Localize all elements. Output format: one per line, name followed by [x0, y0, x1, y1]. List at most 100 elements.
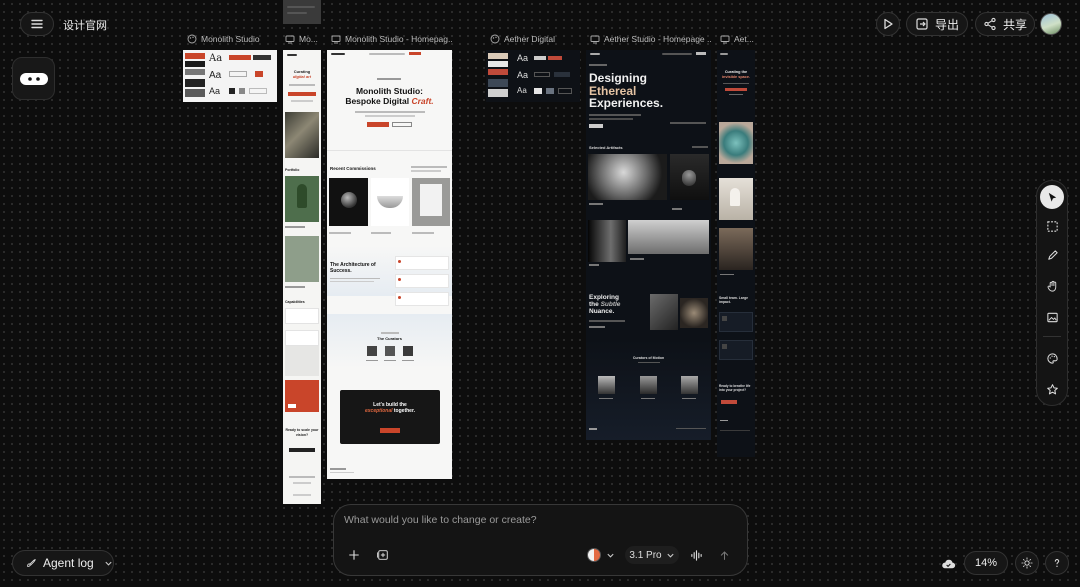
aether-hero-line1: Designing — [589, 71, 648, 85]
share-label: 共享 — [1002, 17, 1027, 32]
menu-button[interactable] — [20, 12, 54, 36]
device-icon — [285, 35, 295, 44]
home-title-line2: Bespoke Digital — [345, 96, 410, 106]
home-arch-line2: Success. — [330, 268, 352, 274]
type-sample: Aa — [209, 70, 222, 81]
aether-hero-line3: Experiences. — [589, 96, 664, 110]
aether-explore-line3: Nuance. — [589, 308, 615, 315]
frame-label-aether-digital[interactable]: Aether Digital — [490, 34, 582, 44]
user-avatar[interactable] — [1040, 13, 1062, 35]
home-recent-heading: Recent Commissions — [330, 166, 376, 171]
device-icon — [720, 35, 730, 44]
frame-label-monolith-studio[interactable]: Monolith Studio — [187, 34, 277, 44]
frame-label-aether-mobile[interactable]: Aet... — [720, 34, 756, 44]
play-button[interactable] — [876, 12, 900, 36]
zoom-level-control[interactable]: 14% — [964, 551, 1008, 575]
mobile-hero-line2: digital art — [292, 74, 311, 79]
palette-icon — [490, 34, 500, 44]
device-icon — [590, 35, 600, 44]
theme-selector[interactable] — [587, 547, 619, 563]
type-sample: Aa — [209, 86, 221, 96]
frame-label-text: Aet... — [734, 34, 754, 44]
frame-select-tool-button[interactable] — [1043, 217, 1061, 235]
add-attachment-button[interactable] — [346, 547, 362, 563]
toolbar-divider — [1043, 336, 1061, 337]
hand-icon — [1047, 280, 1056, 292]
home-curators-heading: The Curators — [377, 336, 402, 341]
send-button[interactable] — [716, 547, 732, 563]
chevron-down-icon — [667, 553, 674, 558]
plus-icon — [349, 550, 359, 560]
share-button[interactable]: 共享 — [975, 12, 1035, 36]
am-small-team-heading: Small team. Large impact. — [719, 296, 749, 305]
mobile-portfolio-heading: Portfolio — [285, 168, 300, 172]
pen-tool-button[interactable] — [1043, 246, 1061, 264]
agent-log-button[interactable]: Agent log — [12, 550, 114, 576]
frame-aether-styleguide[interactable]: Aa Aa Aa — [486, 50, 580, 102]
cloud-check-icon — [941, 559, 955, 568]
am-cta-heading: Ready to breathe life into your project? — [719, 384, 751, 392]
export-label: 导出 — [934, 17, 959, 32]
export-button[interactable]: 导出 — [906, 12, 968, 36]
chevron-down-icon — [105, 561, 112, 566]
favorite-tool-button[interactable] — [1043, 380, 1061, 398]
voice-input-button[interactable] — [688, 547, 704, 563]
frame-stub[interactable] — [283, 0, 321, 24]
aether-explore-line2b: Subtle — [600, 301, 621, 308]
frame-monolith-styleguide[interactable]: Aa Aa Aa — [183, 50, 277, 102]
home-build-tail: together. — [393, 408, 416, 414]
frame-label-aether-homepage[interactable]: Aether Studio - Homepage ... — [590, 34, 712, 44]
project-title: 设计官网 — [63, 20, 107, 32]
zoom-level-label: 14% — [974, 557, 998, 569]
frame-label-text: Aether Digital — [504, 34, 556, 44]
cloud-sync-status[interactable] — [939, 556, 957, 572]
palette-icon — [187, 34, 197, 44]
add-frame-icon — [377, 550, 388, 560]
type-sample: Aa — [517, 70, 529, 80]
play-icon — [884, 18, 893, 30]
type-sample: Aa — [517, 53, 529, 63]
insert-frame-button[interactable] — [375, 547, 391, 563]
hand-tool-button[interactable] — [1043, 277, 1061, 295]
frame-label-text: Aether Studio - Homepage ... — [604, 34, 712, 44]
help-button[interactable] — [1045, 551, 1069, 575]
marquee-icon — [1046, 220, 1058, 232]
select-tool-button[interactable] — [1043, 188, 1061, 206]
home-title-line1: Monolith Studio: — [355, 86, 424, 96]
home-title-accent: Craft. — [411, 96, 434, 106]
rocket-icon — [27, 559, 36, 567]
cursor-icon — [1048, 192, 1056, 202]
hamburger-icon — [31, 19, 43, 29]
frame-label-monolith-mobile[interactable]: Mo... — [285, 34, 323, 44]
mobile-cta-heading: Ready to scale your vision? — [285, 428, 319, 437]
aether-explore-line1: Exploring — [589, 294, 619, 301]
frame-label-monolith-homepage[interactable]: Monolith Studio - Homepag... — [331, 34, 453, 44]
prompt-input[interactable]: What would you like to change or create? — [344, 514, 724, 526]
home-build-accent: exceptional — [364, 408, 393, 414]
frame-aether-mobile[interactable]: Curating the invisible space. Small team… — [717, 50, 755, 457]
frame-monolith-mobile[interactable]: Curating digital art Portfolio Capabilit… — [283, 50, 321, 504]
arrow-up-icon — [720, 550, 728, 560]
device-icon — [331, 35, 341, 44]
frame-label-text: Mo... — [299, 34, 318, 44]
theme-toggle-button[interactable] — [1015, 551, 1039, 575]
aether-explore-line2a: the — [589, 301, 599, 308]
export-icon — [916, 18, 928, 30]
image-tool-button[interactable] — [1043, 308, 1061, 326]
chevron-down-icon — [607, 553, 614, 558]
frame-aether-homepage[interactable]: Designing Ethereal Experiences. Selected… — [586, 50, 711, 440]
type-sample: Aa — [209, 53, 223, 64]
star-icon — [1046, 383, 1058, 394]
theme-tool-button[interactable] — [1043, 349, 1061, 367]
type-sample: Aa — [517, 86, 527, 95]
frame-monolith-homepage[interactable]: Monolith Studio: Bespoke Digital Craft. … — [327, 50, 452, 479]
theme-swatch — [587, 548, 601, 562]
palette-icon — [1046, 352, 1058, 364]
context-menu-button[interactable] — [12, 57, 55, 100]
aether-selected-heading: Selected Artifacts — [589, 145, 623, 150]
prompt-bar: What would you like to change or create?… — [333, 504, 748, 576]
model-selector[interactable]: 3.1 Pro — [625, 546, 679, 564]
aether-curators-heading: Curators of Motion — [632, 356, 665, 360]
pencil-icon — [1047, 249, 1058, 260]
am-hero-accent: invisible space. — [721, 74, 751, 79]
